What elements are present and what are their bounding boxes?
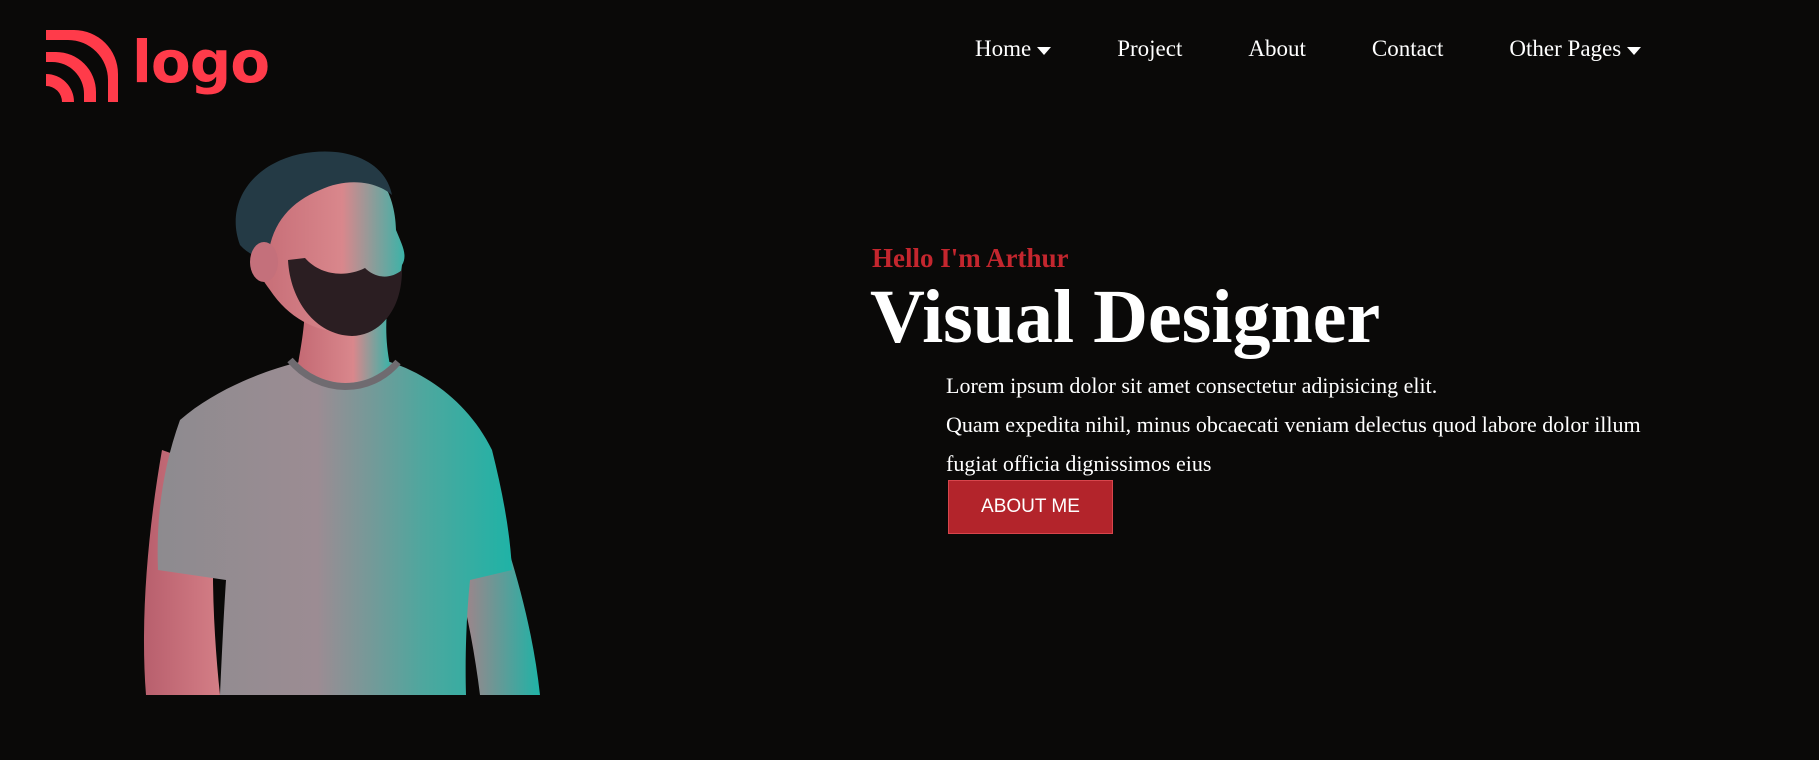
logo-text: logo xyxy=(132,28,270,96)
main-navigation: Home Project About Contact Other Pages xyxy=(975,36,1642,62)
nav-item-about[interactable]: About xyxy=(1248,36,1306,62)
wifi-signal-logo-icon xyxy=(46,30,118,102)
nav-item-label: Home xyxy=(975,36,1032,61)
portrait-photo xyxy=(143,151,540,695)
caret-down-icon xyxy=(1037,47,1052,55)
hero-description: Lorem ipsum dolor sit amet consectetur a… xyxy=(946,366,1666,483)
hero-description-line: Lorem ipsum dolor sit amet consectetur a… xyxy=(946,373,1438,398)
nav-item-other-pages[interactable]: Other Pages xyxy=(1509,36,1642,62)
nav-item-label: Other Pages xyxy=(1509,36,1622,61)
nav-item-project[interactable]: Project xyxy=(1117,36,1182,62)
hero-greeting: Hello I'm Arthur xyxy=(872,243,1069,273)
nav-item-label: Project xyxy=(1117,36,1183,61)
hero-description-line: Quam expedita nihil, minus obcaecati ven… xyxy=(946,412,1641,476)
hero-headline: Visual Designer xyxy=(870,275,1381,359)
nav-item-home[interactable]: Home xyxy=(975,36,1052,62)
nav-item-label: Contact xyxy=(1371,36,1444,61)
caret-down-icon xyxy=(1627,47,1642,55)
nav-item-label: About xyxy=(1248,36,1306,61)
about-me-button[interactable]: ABOUT ME xyxy=(948,480,1113,534)
nav-item-contact[interactable]: Contact xyxy=(1372,36,1444,62)
site-logo[interactable]: logo xyxy=(46,28,270,102)
